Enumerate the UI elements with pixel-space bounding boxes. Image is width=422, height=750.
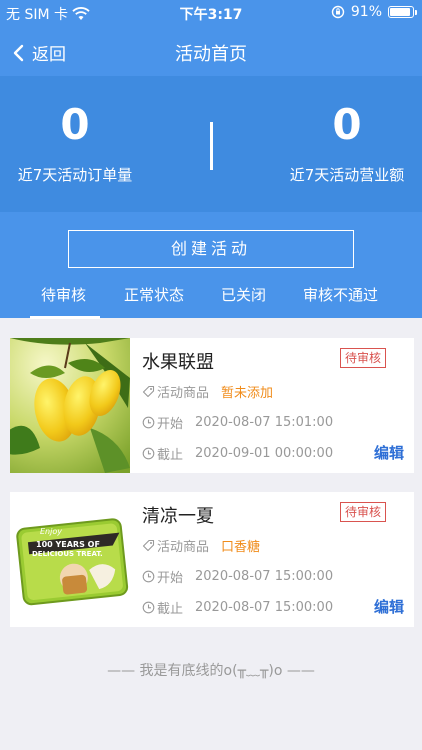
activity-card[interactable]: Enjoy 100 YEARS OF DELICIOUS TREAT. 清凉一夏… (10, 492, 414, 627)
start-time: 2020-08-07 15:00:00 (195, 569, 334, 584)
start-label: 开始 (157, 417, 184, 432)
goods-row: 活动商品 暂未添加 (142, 382, 273, 401)
active-tab-indicator (30, 316, 100, 319)
revenue-stat: 0 近7天活动营业额 (282, 100, 412, 185)
activity-title: 清凉一夏 (142, 506, 214, 527)
tin-text-line1: Enjoy (40, 527, 62, 536)
battery-percent: 91% (350, 4, 382, 20)
goods-row: 活动商品 口香糖 (142, 536, 260, 555)
activity-title: 水果联盟 (142, 352, 214, 373)
activity-image-lemons (10, 338, 130, 473)
edit-button[interactable]: 编辑 (374, 442, 404, 463)
nav-bar: 返回 活动首页 (0, 28, 422, 76)
goods-value: 暂未添加 (221, 386, 274, 401)
lock-rotation-icon (331, 5, 345, 19)
clock-icon (142, 416, 155, 429)
clock-icon (142, 601, 155, 614)
stats-divider (210, 122, 213, 170)
status-bar: 无 SIM 卡 下午3:17 91% (0, 0, 422, 26)
end-row: 截止 2020-08-07 15:00:00 (142, 598, 333, 617)
status-tabs: 待审核 正常状态 已关闭 审核不通过 (0, 280, 422, 318)
battery-icon (388, 6, 417, 18)
status-badge: 待审核 (339, 502, 386, 522)
goods-value: 口香糖 (221, 540, 261, 555)
tin-text-line2: 100 YEARS OF (36, 540, 100, 549)
tab-normal[interactable]: 正常状态 (124, 284, 184, 305)
tab-rejected[interactable]: 审核不通过 (303, 284, 378, 305)
start-row: 开始 2020-08-07 15:00:00 (142, 567, 333, 586)
start-time: 2020-08-07 15:01:00 (195, 415, 334, 430)
status-right: 91% (331, 4, 417, 20)
activity-image-gum-tin: Enjoy 100 YEARS OF DELICIOUS TREAT. (10, 492, 130, 627)
end-time: 2020-09-01 00:00:00 (195, 446, 334, 461)
end-label: 截止 (157, 448, 184, 463)
edit-button[interactable]: 编辑 (374, 596, 404, 617)
status-badge: 待审核 (339, 348, 386, 368)
page-title: 活动首页 (175, 44, 247, 65)
start-row: 开始 2020-08-07 15:01:00 (142, 413, 333, 432)
orders-value: 0 (60, 100, 90, 149)
revenue-value: 0 (332, 100, 362, 149)
end-time: 2020-08-07 15:00:00 (195, 600, 334, 615)
clock-icon (142, 447, 155, 460)
tab-pending[interactable]: 待审核 (41, 284, 86, 305)
tag-icon (142, 539, 155, 552)
orders-stat: 0 近7天活动订单量 (10, 100, 140, 185)
end-row: 截止 2020-09-01 00:00:00 (142, 444, 333, 463)
tin-text-line3: DELICIOUS TREAT. (32, 550, 103, 558)
activity-card[interactable]: 水果联盟 待审核 活动商品 暂未添加 开始 2020-08-07 15:01:0… (10, 338, 414, 473)
tab-closed[interactable]: 已关闭 (221, 284, 266, 305)
stats-panel: 0 近7天活动订单量 0 近7天活动营业额 (0, 76, 422, 212)
goods-label: 活动商品 (157, 540, 210, 555)
clock-icon (142, 570, 155, 583)
revenue-label: 近7天活动营业额 (289, 166, 405, 184)
end-of-list-text: —— 我是有底线的o(╥﹏╥)o —— (107, 663, 315, 679)
start-label: 开始 (157, 571, 184, 586)
battery-level-fill (390, 8, 411, 16)
create-activity-button[interactable]: 创建活动 (68, 230, 354, 268)
orders-label: 近7天活动订单量 (17, 166, 133, 184)
goods-label: 活动商品 (157, 386, 210, 401)
end-label: 截止 (157, 602, 184, 617)
tag-icon (142, 385, 155, 398)
